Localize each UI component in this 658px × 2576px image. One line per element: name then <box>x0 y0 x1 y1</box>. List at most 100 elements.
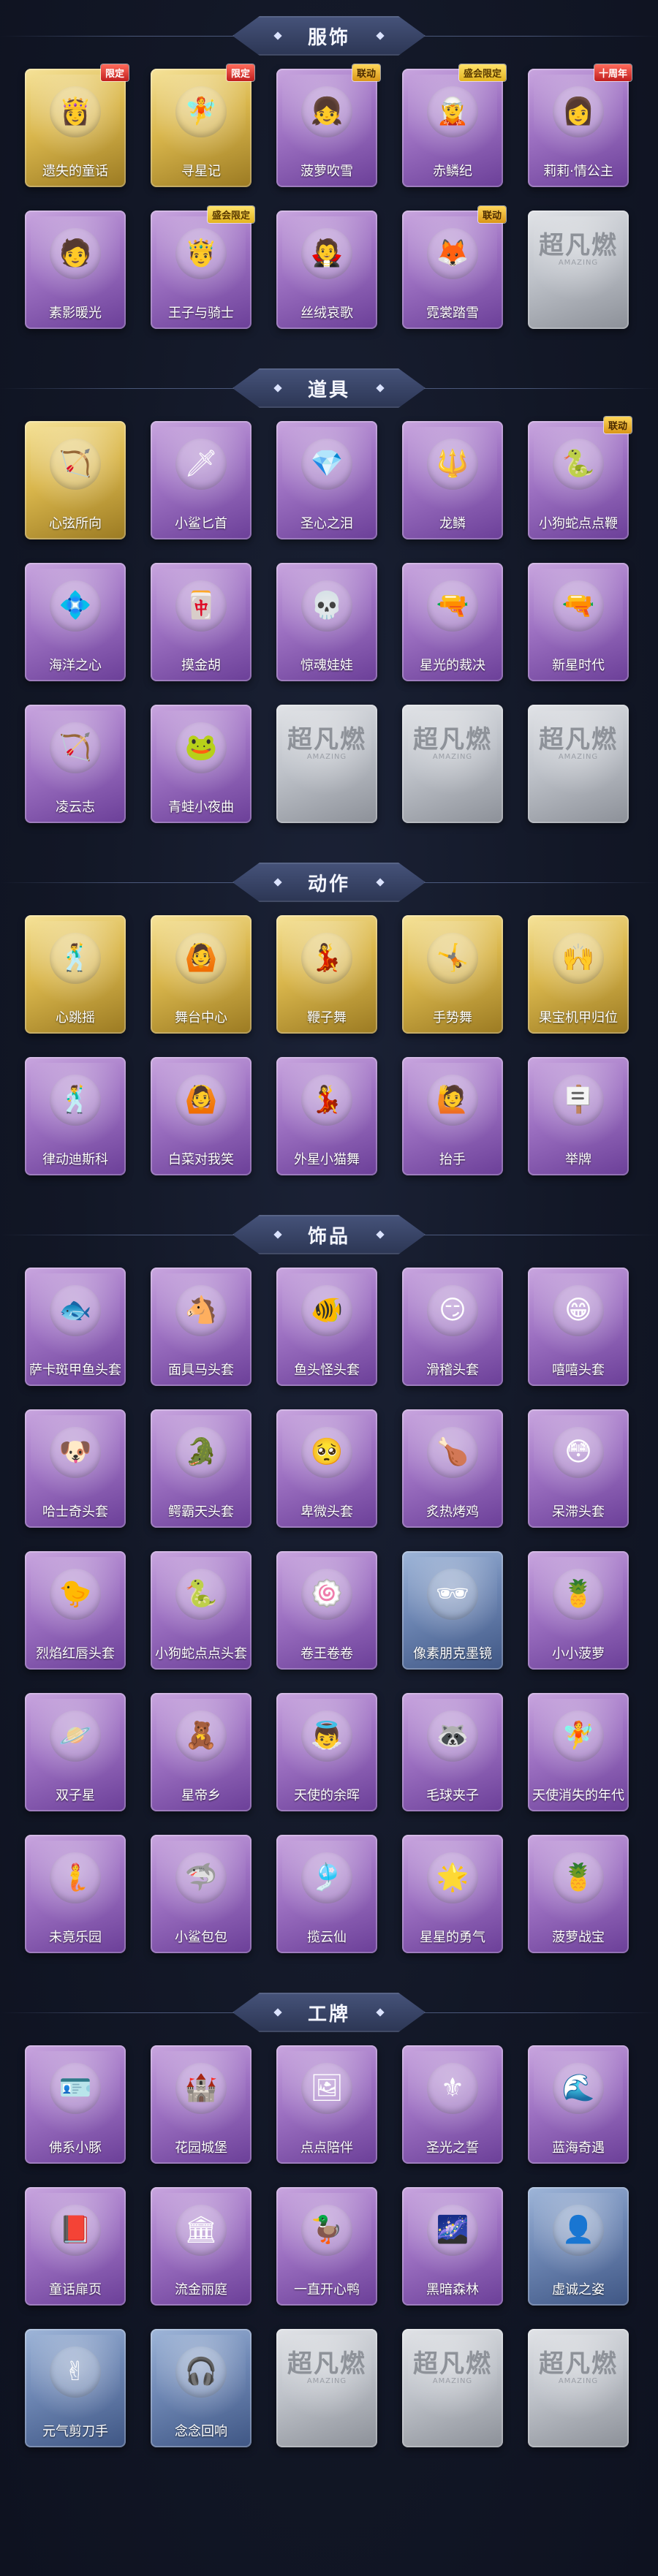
item-icon: 🏰 <box>175 2063 227 2114</box>
item-card[interactable]: 😁 嘻嘻头套 <box>528 1268 629 1386</box>
item-label: 莉莉·情公主 <box>543 164 613 179</box>
item-label: 舞台中心 <box>175 1010 227 1026</box>
item-card[interactable]: 🐴 面具马头套 <box>151 1268 252 1386</box>
item-card[interactable]: 🐸 青蛙小夜曲 <box>151 705 252 823</box>
item-card[interactable]: 🕺 律动迪斯科 <box>25 1057 126 1175</box>
section-title-0: 服饰 <box>232 16 426 56</box>
item-card[interactable]: 🎧 念念回响 <box>151 2329 252 2447</box>
item-label: 律动迪斯科 <box>42 1152 108 1167</box>
item-icon: 👧 <box>301 86 352 137</box>
placeholder-subtext: AMAZING <box>558 753 599 761</box>
item-card[interactable]: 🖼 点点陪伴 <box>276 2045 377 2164</box>
item-card[interactable]: 🐶 哈士奇头套 <box>25 1409 126 1528</box>
item-card[interactable]: 🌌 黑暗森林 <box>402 2187 503 2306</box>
item-label: 虚诚之姿 <box>552 2282 605 2297</box>
item-icon: 💃 <box>301 933 352 984</box>
locked-item-card[interactable]: 超凡燃 AMAZING <box>528 211 629 329</box>
item-card[interactable]: 💃 鞭子舞 <box>276 915 377 1034</box>
item-card[interactable]: 🏰 花园城堡 <box>151 2045 252 2164</box>
item-label: 炙热烤鸡 <box>426 1504 479 1520</box>
locked-item-card[interactable]: 超凡燃 AMAZING <box>528 705 629 823</box>
item-label: 天使的余晖 <box>294 1788 360 1803</box>
item-card[interactable]: 🧜 未竟乐园 <box>25 1835 126 1953</box>
item-card[interactable]: 💀 惊魂娃娃 <box>276 563 377 681</box>
item-card[interactable]: ⚜ 圣光之誓 <box>402 2045 503 2164</box>
item-card[interactable]: 😏 滑稽头套 <box>402 1268 503 1386</box>
item-label: 摸金胡 <box>181 658 221 673</box>
item-card[interactable]: 🐟 萨卡斑甲鱼头套 <box>25 1268 126 1386</box>
item-icon: ✌ <box>50 2346 101 2398</box>
item-card[interactable]: 🐤 烈焰红唇头套 <box>25 1551 126 1670</box>
item-card[interactable]: 🙌 果宝机甲归位 <box>528 915 629 1034</box>
item-card[interactable]: 🌟 星星的勇气 <box>402 1835 503 1953</box>
item-card[interactable]: 🔫 星光的裁决 <box>402 563 503 681</box>
item-card[interactable]: 🧑 素影暖光 <box>25 211 126 329</box>
item-card[interactable]: 🐍 小狗蛇点点鞭 联动 <box>528 417 632 539</box>
item-card[interactable]: 🍍 菠萝战宝 <box>528 1835 629 1953</box>
item-card[interactable]: 🐊 鳄霸天头套 <box>151 1409 252 1528</box>
item-card[interactable]: 👼 天使的余晖 <box>276 1693 377 1811</box>
item-card[interactable]: ✌ 元气剪刀手 <box>25 2329 126 2447</box>
item-card[interactable]: 🪪 佛系小豚 <box>25 2045 126 2164</box>
item-card[interactable]: 🦝 毛球夹子 <box>402 1693 503 1811</box>
item-card[interactable]: 🍗 炙热烤鸡 <box>402 1409 503 1528</box>
item-card[interactable]: 🔱 龙鳞 <box>402 421 503 539</box>
item-card[interactable]: 🔫 新星时代 <box>528 563 629 681</box>
item-card[interactable]: 📕 童话扉页 <box>25 2187 126 2306</box>
item-card[interactable]: 🏛 流金丽庭 <box>151 2187 252 2306</box>
item-card[interactable]: 🗡 小鲨匕首 <box>151 421 252 539</box>
item-card[interactable]: 🙆 白菜对我笑 <box>151 1057 252 1175</box>
item-card[interactable]: 🥺 卑微头套 <box>276 1409 377 1528</box>
item-card[interactable]: 🏹 凌云志 <box>25 705 126 823</box>
item-card[interactable]: 🕶 像素朋克墨镜 <box>402 1551 503 1670</box>
item-icon: 🕶 <box>427 1569 478 1620</box>
item-label: 面具马头套 <box>168 1363 234 1378</box>
item-card[interactable]: 🐍 小狗蛇点点头套 <box>151 1551 252 1670</box>
item-card[interactable]: 🌊 蓝海奇遇 <box>528 2045 629 2164</box>
item-card[interactable]: 🤴 王子与骑士 盛会限定 <box>151 206 254 329</box>
item-card[interactable]: 🧚 天使消失的年代 <box>528 1693 629 1811</box>
locked-item-card[interactable]: 超凡燃 AMAZING <box>276 2329 377 2447</box>
item-card[interactable]: 🐠 鱼头怪头套 <box>276 1268 377 1386</box>
item-card[interactable]: 🕺 心跳摇 <box>25 915 126 1034</box>
section-title-1: 道具 <box>232 368 426 408</box>
item-card[interactable]: 🪐 双子星 <box>25 1693 126 1811</box>
item-card[interactable]: 🧚 寻星记 限定 <box>151 64 254 187</box>
locked-item-card[interactable]: 超凡燃 AMAZING <box>402 2329 503 2447</box>
item-icon: 🐠 <box>301 1285 352 1336</box>
item-icon: 🐴 <box>175 1285 227 1336</box>
placeholder-subtext: AMAZING <box>432 2377 473 2385</box>
item-card[interactable]: 🪧 举牌 <box>528 1057 629 1175</box>
item-card[interactable]: 👤 虚诚之姿 <box>528 2187 629 2306</box>
item-card[interactable]: 💎 圣心之泪 <box>276 421 377 539</box>
item-icon: 🤴 <box>175 228 227 279</box>
placeholder-watermark: 超凡燃 <box>413 725 492 754</box>
item-icon: 😏 <box>427 1285 478 1336</box>
item-card[interactable]: 👸 遗失的童话 限定 <box>25 64 129 187</box>
item-card[interactable]: 🏹 心弦所向 <box>25 421 126 539</box>
item-card[interactable]: 🧝 赤鳞纪 盛会限定 <box>402 64 506 187</box>
item-label: 凌云志 <box>56 800 95 815</box>
item-card[interactable]: 🧛 丝绒哀歌 <box>276 211 377 329</box>
item-card[interactable]: 🦆 一直开心鸭 <box>276 2187 377 2306</box>
item-label: 星星的勇气 <box>420 1930 485 1945</box>
item-card[interactable]: 🙋 抬手 <box>402 1057 503 1175</box>
item-card[interactable]: 💠 海洋之心 <box>25 563 126 681</box>
item-card[interactable]: 🍥 卷王卷卷 <box>276 1551 377 1670</box>
item-card[interactable]: 🧸 星帝乡 <box>151 1693 252 1811</box>
locked-item-card[interactable]: 超凡燃 AMAZING <box>528 2329 629 2447</box>
item-card[interactable]: 👧 菠萝吹雪 联动 <box>276 64 380 187</box>
item-card[interactable]: 👩 莉莉·情公主 十周年 <box>528 64 632 187</box>
item-card[interactable]: 🀄 摸金胡 <box>151 563 252 681</box>
item-card[interactable]: 🤸 手势舞 <box>402 915 503 1034</box>
item-card[interactable]: 💃 外星小猫舞 <box>276 1057 377 1175</box>
locked-item-card[interactable]: 超凡燃 AMAZING <box>276 705 377 823</box>
item-card[interactable]: 🍍 小小菠萝 <box>528 1551 629 1670</box>
locked-item-card[interactable]: 超凡燃 AMAZING <box>402 705 503 823</box>
item-card[interactable]: 😳 呆滞头套 <box>528 1409 629 1528</box>
item-card[interactable]: 🎐 揽云仙 <box>276 1835 377 1953</box>
item-card[interactable]: 🦈 小鲨包包 <box>151 1835 252 1953</box>
item-card[interactable]: 🦊 霓裳踏雪 联动 <box>402 206 506 329</box>
item-icon: 🤸 <box>427 933 478 984</box>
item-card[interactable]: 🙆 舞台中心 <box>151 915 252 1034</box>
